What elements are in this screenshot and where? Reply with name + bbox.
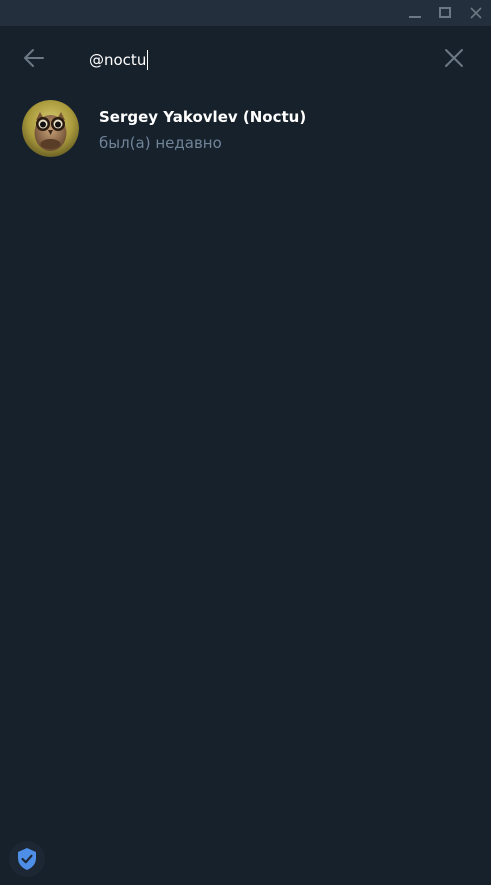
arrow-left-icon (24, 49, 44, 67)
window-maximize-button[interactable] (430, 0, 460, 26)
window-minimize-button[interactable] (400, 0, 430, 26)
maximize-icon (439, 7, 451, 18)
close-icon (445, 49, 463, 67)
clear-search-button[interactable] (434, 38, 474, 78)
search-query-text: @noctu (89, 51, 147, 69)
search-input[interactable]: @noctu (89, 46, 149, 74)
search-result-item[interactable]: Sergey Yakovlev (Noctu) был(а) недавно (0, 94, 491, 164)
window-titlebar (0, 0, 491, 26)
text-caret (147, 50, 149, 70)
security-status-button[interactable] (9, 841, 45, 877)
close-icon (470, 7, 482, 19)
search-bar: @noctu (0, 26, 491, 92)
contact-name: Sergey Yakovlev (Noctu) (99, 108, 307, 126)
avatar (22, 100, 79, 157)
shield-check-icon (18, 848, 36, 870)
back-button[interactable] (14, 38, 54, 78)
window-close-button[interactable] (461, 0, 491, 26)
minimize-icon (409, 16, 421, 18)
contact-status: был(а) недавно (99, 134, 222, 152)
